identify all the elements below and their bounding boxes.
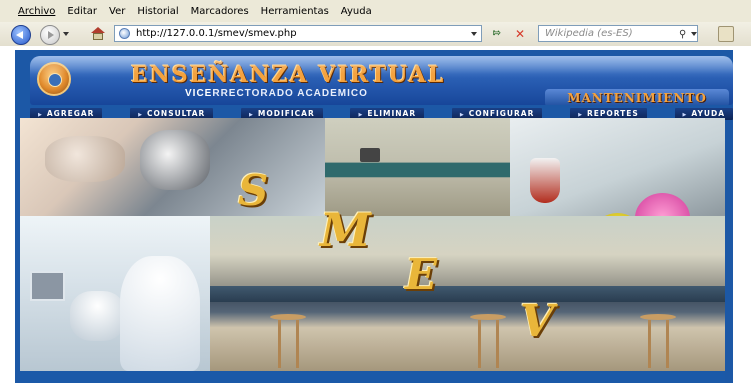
logo-letter-s: S: [238, 166, 269, 215]
section-badge: MANTENIMIENTO: [545, 89, 729, 105]
logo-letter-v: V: [520, 296, 555, 347]
header-banner: ENSEÑANZA VIRTUAL VICERRECTORADO ACADEMI…: [30, 56, 733, 105]
hero-collage: S M E V: [20, 118, 725, 371]
site-icon: [119, 28, 130, 39]
page-content: ENSEÑANZA VIRTUAL VICERRECTORADO ACADEMI…: [0, 46, 751, 383]
history-dropdown-icon[interactable]: [63, 32, 69, 36]
footer-strip: [20, 371, 725, 383]
navigation-toolbar: http://127.0.0.1/smev/smev.php ⇰ ✕ Wikip…: [0, 22, 751, 47]
menu-ayuda[interactable]: Ayuda: [341, 6, 372, 17]
subtitle-rest: RRECTORADO ACADEMICO: [212, 88, 368, 99]
logo-letter-m: M: [320, 203, 371, 257]
search-input[interactable]: Wikipedia (es-ES) ⚲: [538, 25, 698, 42]
forward-button[interactable]: [40, 25, 60, 45]
address-dropdown-icon[interactable]: [471, 32, 477, 36]
lab-technicians-photo: [20, 216, 210, 371]
lab-benches-photo: [210, 216, 725, 371]
menu-marcadores[interactable]: Marcadores: [191, 6, 249, 17]
search-icon[interactable]: ⚲: [679, 27, 686, 42]
menu-historial[interactable]: Historial: [137, 6, 178, 17]
stop-button[interactable]: ✕: [512, 26, 528, 42]
university-logo: [37, 62, 71, 96]
back-button[interactable]: [11, 25, 31, 45]
subtitle-prefix: VICE: [185, 88, 213, 99]
search-engine-dropdown-icon[interactable]: [691, 32, 697, 36]
menu-herramientas[interactable]: Herramientas: [261, 6, 329, 17]
menu-archivo[interactable]: Archivo: [18, 6, 55, 17]
go-button[interactable]: ⇰: [487, 26, 507, 42]
menu-editar[interactable]: Editar: [67, 6, 97, 17]
address-bar[interactable]: http://127.0.0.1/smev/smev.php: [114, 25, 482, 42]
microscope-photo: [20, 118, 325, 216]
search-placeholder: Wikipedia (es-ES): [545, 28, 633, 39]
site-subtitle: VICERRECTORADO ACADEMICO: [185, 88, 368, 99]
menu-bar: Archivo Editar Ver Historial Marcadores …: [0, 0, 751, 23]
classroom-photo: [325, 118, 510, 216]
site-title: ENSEÑANZA VIRTUAL: [131, 62, 446, 88]
menu-ver[interactable]: Ver: [109, 6, 125, 17]
logo-letter-e: E: [405, 250, 438, 299]
home-button[interactable]: [91, 27, 105, 40]
address-url: http://127.0.0.1/smev/smev.php: [136, 28, 297, 39]
page-menu-icon[interactable]: [718, 26, 734, 42]
